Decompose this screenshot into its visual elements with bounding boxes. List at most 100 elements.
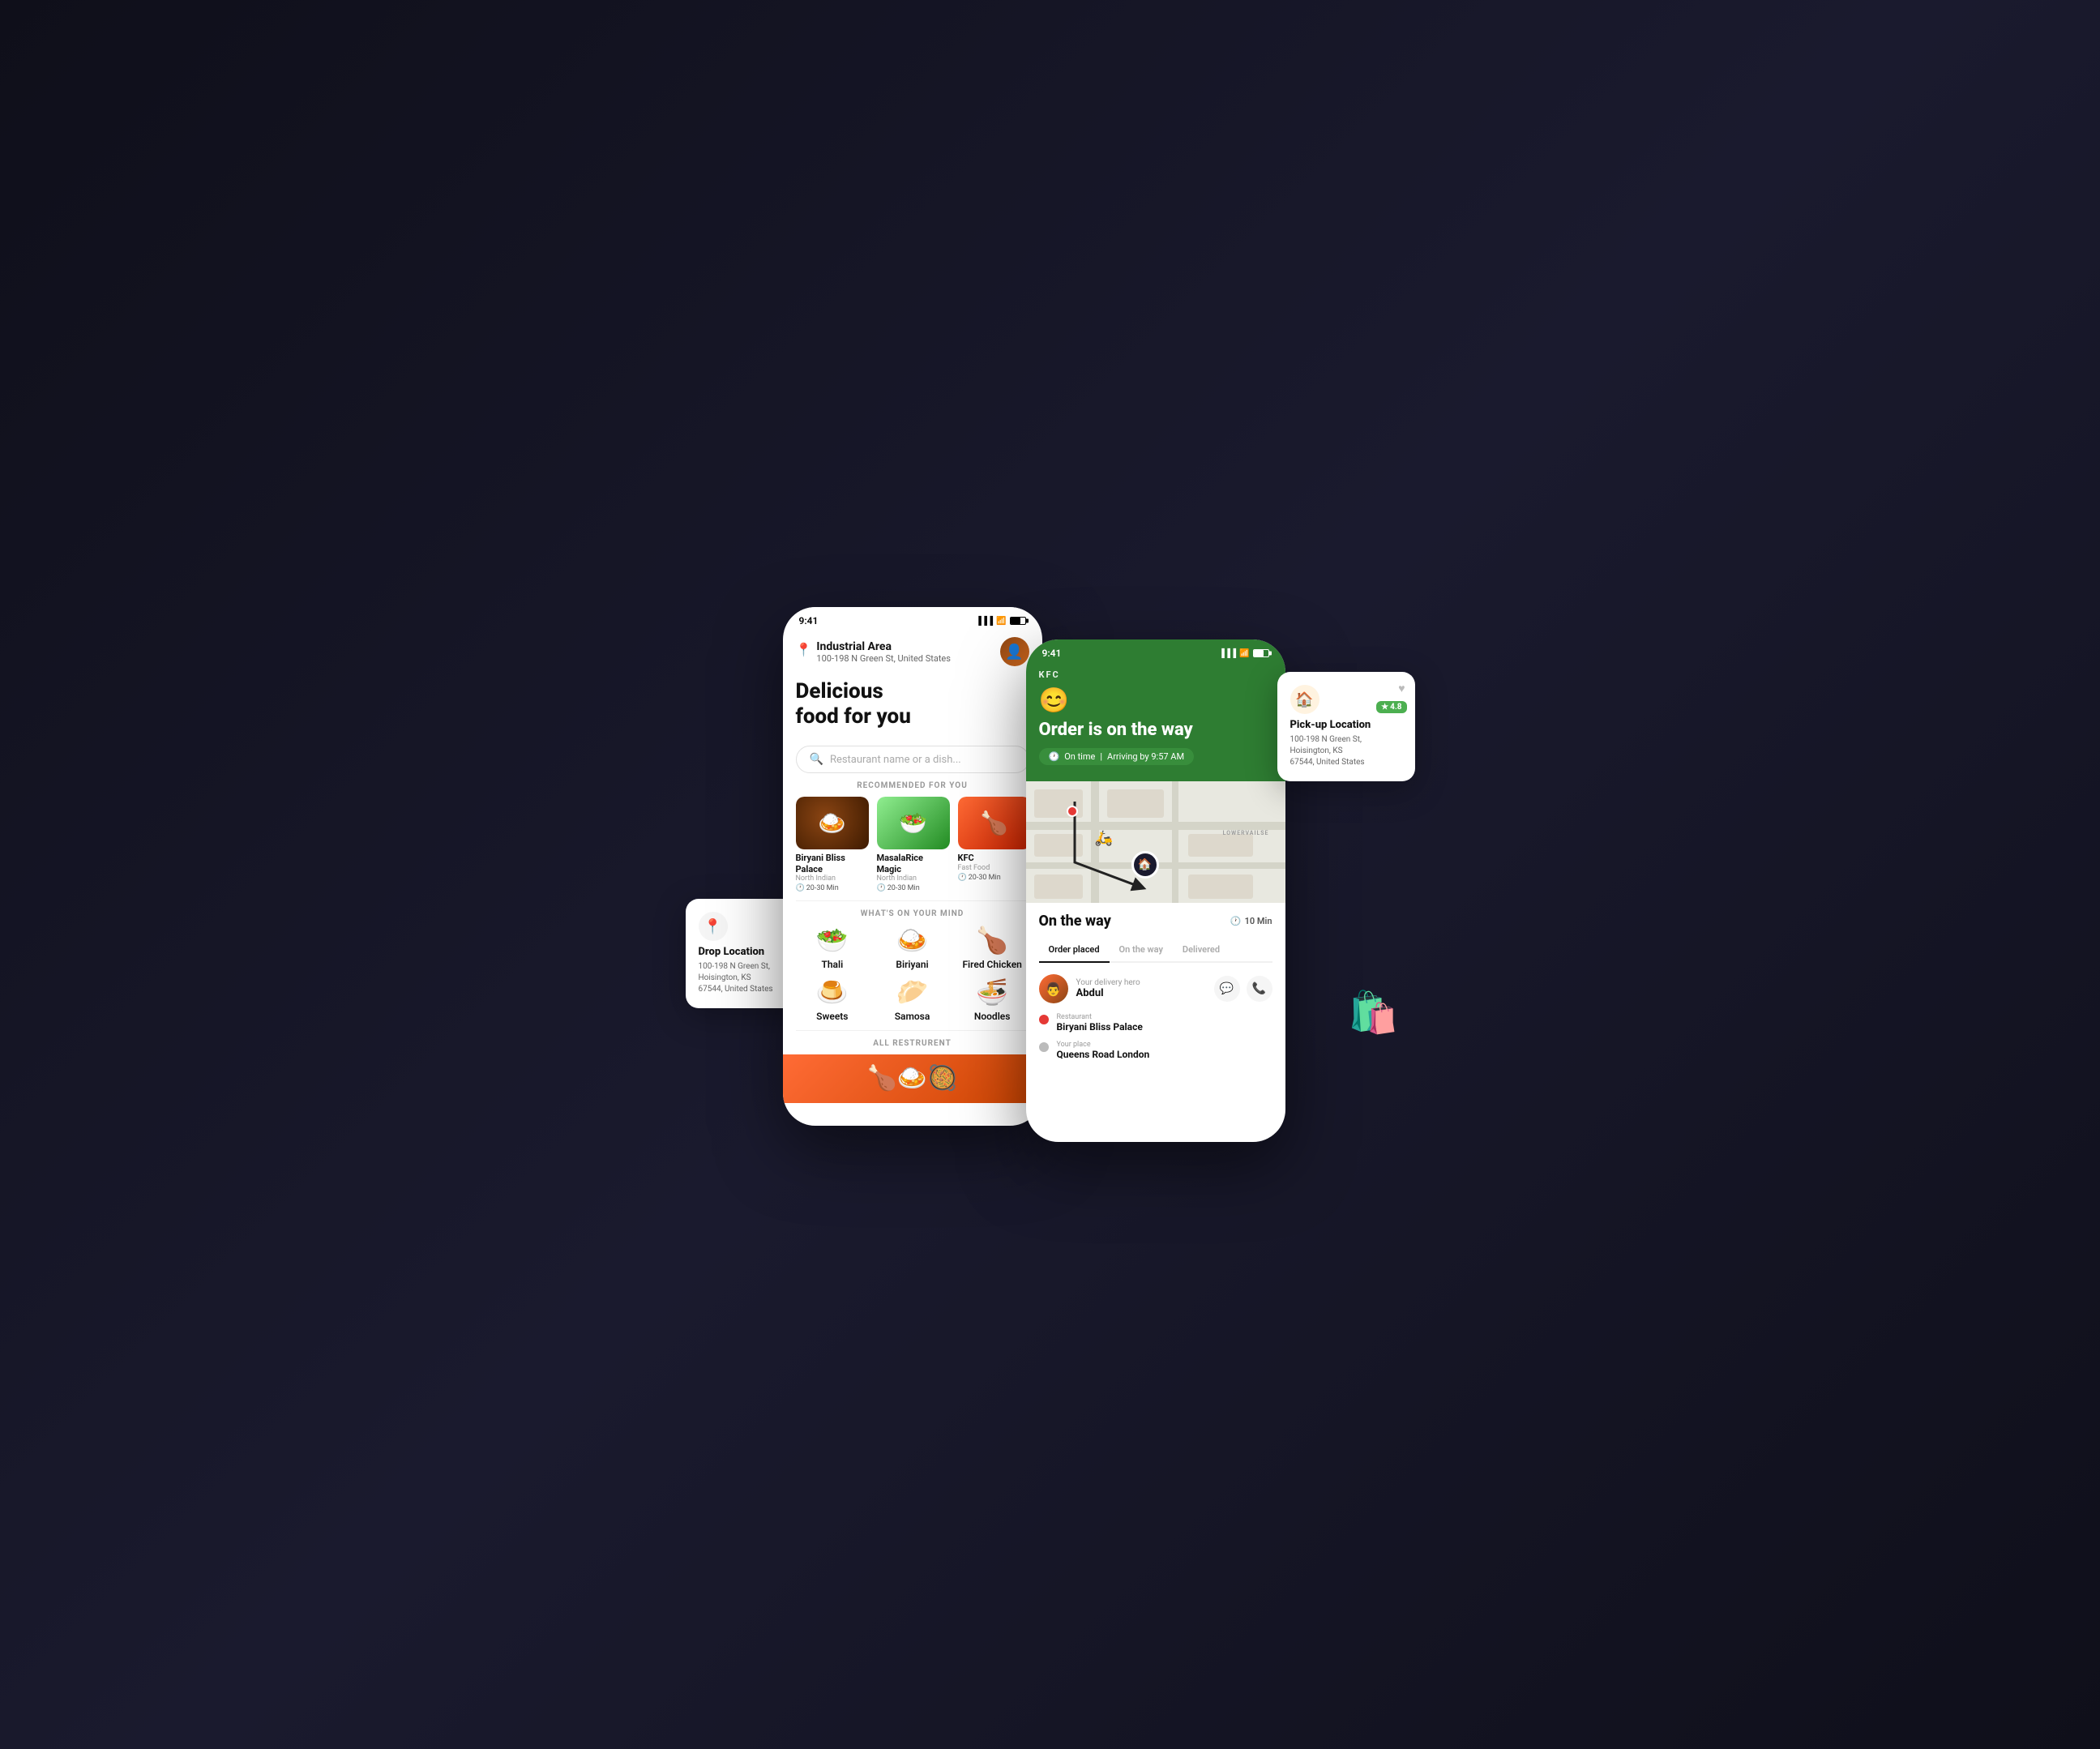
tab-order-placed[interactable]: Order placed xyxy=(1039,939,1110,961)
restaurant-info-row: Restaurant Biryani Bliss Palace xyxy=(1039,1013,1272,1033)
clock-icon-3: 🕐 xyxy=(958,874,967,882)
food-bag-icon: 🛍️ xyxy=(1348,990,1398,1037)
masala-rest-cuisine: North Indian xyxy=(877,874,950,883)
call-button[interactable]: 📞 xyxy=(1247,976,1272,1002)
wifi-icon: 📶 xyxy=(996,617,1006,626)
delivery-hero-avatar: 👨 xyxy=(1039,974,1068,1003)
time-remaining-value: 10 Min xyxy=(1245,916,1272,926)
biryani-rest-cuisine: North Indian xyxy=(796,874,869,883)
message-button[interactable]: 💬 xyxy=(1214,976,1240,1002)
thali-emoji: 🥗 xyxy=(816,925,849,956)
restaurant-name-value: Biryani Bliss Palace xyxy=(1057,1021,1143,1033)
food-categories-grid: 🥗 Thali 🍛 Biriyani 🍗 Fired Chicken 🍮 Swe… xyxy=(783,925,1042,1022)
clock-icon-track: 🕐 xyxy=(1230,916,1242,926)
clock-icon-2: 🕐 xyxy=(877,884,886,892)
tab-delivered[interactable]: Delivered xyxy=(1173,939,1230,961)
tracking-header: On the way 🕐 10 Min xyxy=(1039,913,1272,930)
smiley-icon: 😊 xyxy=(1039,686,1272,715)
pickup-location-address: 100-198 N Green St,Hoisington, KS67544, … xyxy=(1290,734,1402,768)
phone1-header: 📍 Industrial Area 100-198 N Green St, Un… xyxy=(783,631,1042,673)
restaurant-dot xyxy=(1039,1015,1049,1024)
restaurant-card-masala[interactable]: 🥗 MasalaRice Magic North Indian 🕐 20-30 … xyxy=(877,797,950,892)
map-start-pin xyxy=(1067,806,1078,817)
clock-icon-badge: 🕐 xyxy=(1049,751,1060,762)
noodles-label: Noodles xyxy=(974,1011,1011,1022)
search-placeholder: Restaurant name or a dish... xyxy=(830,754,961,766)
phone-1: 9:41 ▐▐▐ 📶 📍 Industrial Area 100-198 N G… xyxy=(783,607,1042,1126)
battery-icon-2 xyxy=(1253,649,1269,657)
biriyani-label: Biriyani xyxy=(896,959,928,970)
category-thali[interactable]: 🥗 Thali xyxy=(796,925,870,970)
biryani-rest-time: 🕐 20-30 Min xyxy=(796,884,869,892)
contact-icons: 💬 📞 xyxy=(1214,976,1272,1002)
map-end-pin: 🏠 xyxy=(1131,851,1159,879)
signal-icon: ▐▐▐ xyxy=(976,617,993,626)
phone1-status-bar: 9:41 ▐▐▐ 📶 xyxy=(783,607,1042,631)
arriving-separator: | xyxy=(1100,751,1102,762)
time-remaining-badge: 🕐 10 Min xyxy=(1230,916,1272,926)
biryani-food-image: 🍛 xyxy=(796,797,869,849)
map-route-svg xyxy=(1026,781,1285,903)
sweets-label: Sweets xyxy=(816,1011,848,1022)
chicken-label: Fired Chicken xyxy=(962,959,1021,970)
restaurant-row: 🍛 Biryani Bliss Palace North Indian 🕐 20… xyxy=(783,797,1042,892)
tracking-section: On the way 🕐 10 Min Order placed On the … xyxy=(1026,903,1285,1078)
category-biriyani[interactable]: 🍛 Biriyani xyxy=(875,925,949,970)
your-place-row: Your place Queens Road London xyxy=(1039,1041,1272,1060)
kfc-rest-time: 🕐 20-30 Min xyxy=(958,874,1031,882)
restaurant-card-biryani[interactable]: 🍛 Biryani Bliss Palace North Indian 🕐 20… xyxy=(796,797,869,892)
phone2-status-bar: 9:41 ▐▐▐ 📶 xyxy=(1026,639,1285,663)
location-address: 100-198 N Green St, United States xyxy=(816,653,951,664)
all-restaurant-label: ALL RESTRURENT xyxy=(783,1039,1042,1048)
phone2-green-header: KFC 😊 Order is on the way 🕐 On time | Ar… xyxy=(1026,663,1285,781)
search-icon: 🔍 xyxy=(810,753,823,766)
restaurant-card-kfc[interactable]: 🍗 KFC Fast Food 🕐 20-30 Min xyxy=(958,797,1031,892)
your-place-dot xyxy=(1039,1042,1049,1052)
map-area-label: LOWERVAILSE xyxy=(1223,830,1269,836)
chicken-emoji: 🍗 xyxy=(976,925,1008,956)
arriving-label: Arriving by 9:57 AM xyxy=(1107,751,1184,762)
kfc-rest-cuisine: Fast Food xyxy=(958,864,1031,872)
tab-on-the-way[interactable]: On the way xyxy=(1110,939,1173,961)
restaurant-label: Restaurant xyxy=(1057,1013,1143,1021)
biryani-rest-name: Biryani Bliss Palace xyxy=(796,853,869,874)
your-place-label: Your place xyxy=(1057,1041,1150,1049)
pickup-location-rating: ★ 4.8 xyxy=(1376,701,1406,713)
samosa-label: Samosa xyxy=(895,1011,930,1022)
order-on-way-title: Order is on the way xyxy=(1039,720,1272,741)
user-avatar[interactable]: 👤 xyxy=(1000,637,1029,666)
kfc-rest-name: KFC xyxy=(958,853,1031,863)
location-pin-icon: 📍 xyxy=(796,642,812,657)
restaurant-info-text: Restaurant Biryani Bliss Palace xyxy=(1057,1013,1143,1033)
battery-icon xyxy=(1010,617,1026,625)
phone1-hero: Deliciousfood for you xyxy=(783,673,1042,739)
category-sweets[interactable]: 🍮 Sweets xyxy=(796,977,870,1022)
hero-title: Deliciousfood for you xyxy=(796,679,1029,729)
pickup-heart-icon[interactable]: ♥ xyxy=(1398,682,1405,695)
location-info: 📍 Industrial Area 100-198 N Green St, Un… xyxy=(796,640,951,664)
your-place-value: Queens Road London xyxy=(1057,1049,1150,1060)
samosa-emoji: 🥟 xyxy=(896,977,929,1007)
pickup-location-icon: 🏠 xyxy=(1290,685,1319,714)
thali-label: Thali xyxy=(821,959,843,970)
masala-rest-time: 🕐 20-30 Min xyxy=(877,884,950,892)
delivery-hero-info: Your delivery hero Abdul xyxy=(1076,978,1206,999)
phone1-time: 9:41 xyxy=(799,615,819,626)
wifi-icon-2: 📶 xyxy=(1239,649,1249,658)
phone2-time: 9:41 xyxy=(1042,648,1062,659)
search-bar[interactable]: 🔍 Restaurant name or a dish... xyxy=(796,746,1029,773)
kfc-food-image: 🍗 xyxy=(958,797,1031,849)
location-name: Industrial Area xyxy=(816,640,951,653)
whats-on-mind-label: WHAT'S ON YOUR MIND xyxy=(783,909,1042,918)
scene: ✦ ♥ 📍 ★ 4.8 Drop Location 100-198 N Gree… xyxy=(686,591,1415,1158)
pickup-location-card: ♥ 🏠 ★ 4.8 Pick-up Location 100-198 N Gre… xyxy=(1277,672,1415,781)
biriyani-emoji: 🍛 xyxy=(896,925,929,956)
category-samosa[interactable]: 🥟 Samosa xyxy=(875,977,949,1022)
map-area: 🛵 🏠 LOWERVAILSE xyxy=(1026,781,1285,903)
on-time-badge: 🕐 On time | Arriving by 9:57 AM xyxy=(1039,748,1195,765)
category-fired-chicken[interactable]: 🍗 Fired Chicken xyxy=(956,925,1029,970)
category-noodles[interactable]: 🍜 Noodles xyxy=(956,977,1029,1022)
delivery-hero-label: Your delivery hero xyxy=(1076,978,1206,987)
your-place-text: Your place Queens Road London xyxy=(1057,1041,1150,1060)
divider-1 xyxy=(796,900,1029,901)
